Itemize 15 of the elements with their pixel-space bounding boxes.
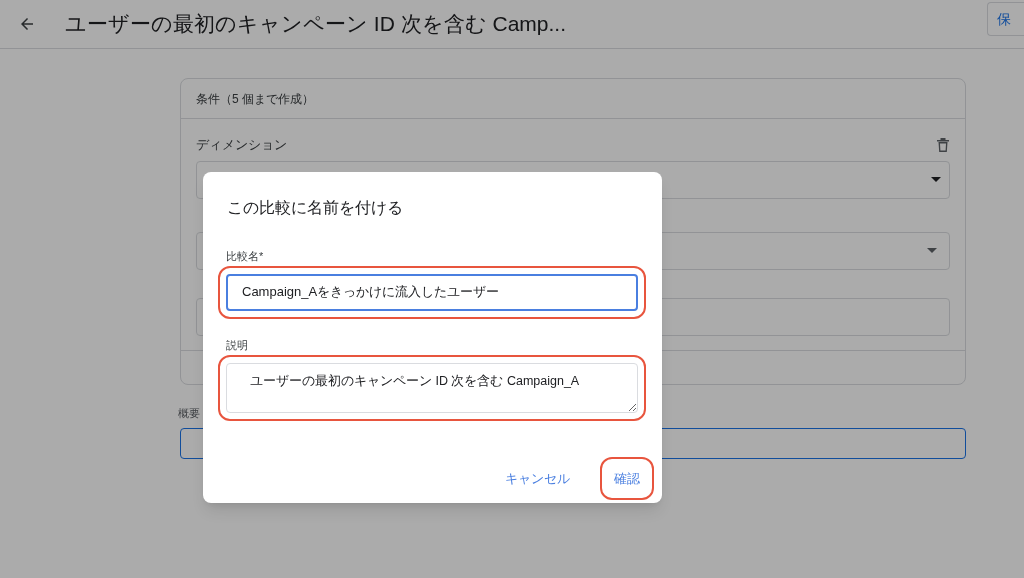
dimension-label: ディメンション bbox=[196, 136, 287, 154]
field-label: 比較名* bbox=[226, 249, 265, 264]
card-heading: 条件（5 個まで作成） bbox=[196, 90, 314, 108]
dropdown-caret-icon bbox=[931, 177, 941, 182]
cancel-button[interactable]: キャンセル bbox=[491, 457, 584, 500]
dropdown-caret-icon bbox=[927, 248, 937, 253]
description-field[interactable]: ユーザーの最初のキャンペーン ID 次を含む Campaign_A bbox=[226, 363, 638, 413]
dialog-title: この比較に名前を付ける bbox=[227, 198, 404, 218]
save-button[interactable]: 保 bbox=[987, 2, 1024, 36]
field-label: 説明 bbox=[226, 337, 249, 353]
summary-label: 概要 bbox=[178, 406, 201, 421]
confirm-button[interactable]: 確認 bbox=[600, 457, 654, 500]
name-input-field[interactable]: Campaign_Aをきっかけに流入したユーザー bbox=[226, 273, 638, 311]
page-title: ユーザーの最初のキャンペーン ID 次を含む Camp... bbox=[65, 11, 567, 38]
delete-icon[interactable] bbox=[936, 136, 950, 153]
